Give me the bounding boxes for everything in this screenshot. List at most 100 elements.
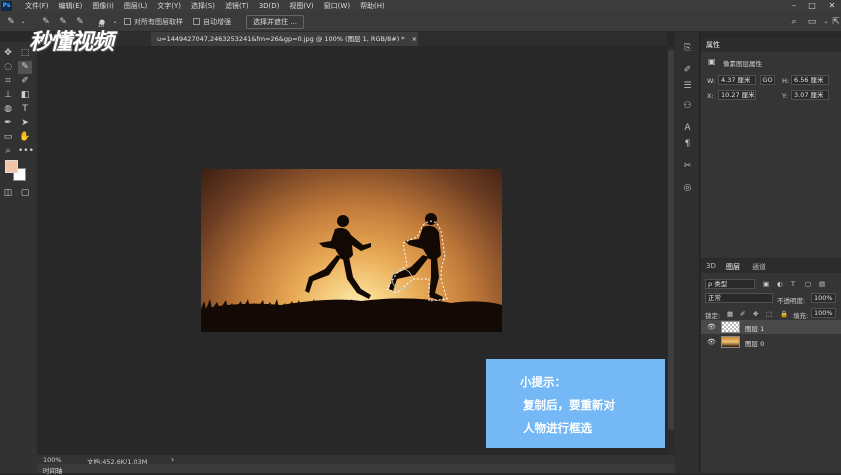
auto-enhance-checkbox[interactable]: 自动增强 — [193, 17, 231, 27]
lock-position-icon[interactable]: ✥ — [753, 310, 758, 318]
stamp-tool-icon[interactable]: ⊥ — [1, 89, 15, 102]
checkbox-box-icon[interactable] — [124, 18, 131, 25]
menu-filter[interactable]: 滤镜(T) — [220, 1, 254, 11]
layer-thumbnail — [721, 336, 740, 348]
hand-tool-icon[interactable]: ✋ — [18, 131, 32, 144]
close-window-icon[interactable]: ✕ — [823, 0, 841, 12]
filter-pixel-icon[interactable]: ▣ — [763, 280, 769, 288]
close-tab-icon[interactable]: × — [412, 35, 417, 43]
layer-filter-select[interactable]: ρ 类型 — [705, 279, 755, 289]
menu-select[interactable]: 选择(S) — [186, 1, 220, 11]
layers-panel: 3D 图层 通道 ρ 类型 ▣ ◐ T ▢ ▤ 正常 不透明度: 100% 锁定… — [701, 259, 841, 473]
layer-row-selected[interactable]: 👁 图层 1 — [701, 320, 841, 334]
history-icon[interactable]: ⎘ — [681, 42, 694, 55]
blend-mode-select[interactable]: 正常 — [705, 293, 773, 303]
lock-all-icon[interactable]: 🔒 — [780, 310, 788, 318]
blur-tool-icon[interactable]: ◍ — [1, 103, 15, 116]
lock-artboard-icon[interactable]: ⬚ — [766, 310, 772, 318]
checkbox-box-icon[interactable] — [193, 18, 200, 25]
link-dimensions-button[interactable]: GO — [760, 75, 775, 85]
menu-file[interactable]: 文件(F) — [20, 1, 54, 11]
menu-help[interactable]: 帮助(H) — [355, 1, 390, 11]
sample-all-layers-checkbox[interactable]: 对所有图层取样 — [124, 17, 183, 27]
properties-tab[interactable]: 属性 — [706, 40, 720, 50]
filter-type-icon[interactable]: T — [791, 280, 795, 288]
quick-mask-icon[interactable]: ◫ — [1, 187, 15, 200]
zoom-level[interactable]: 100% — [43, 456, 62, 464]
options-bar: ✎ ⌄ ✎ ✎ ✎ ● 10 ⌄ 对所有图层取样 自动增强 选择并遮住 ... … — [0, 12, 841, 32]
width-field[interactable]: 4.37 厘米 — [718, 75, 756, 85]
menu-view[interactable]: 视图(V) — [284, 1, 318, 11]
tab-channels[interactable]: 通道 — [752, 262, 766, 272]
chevron-down-icon[interactable]: ⌄ — [17, 16, 29, 28]
move-tool-icon[interactable]: ✥ — [1, 47, 15, 60]
visibility-eye-icon[interactable]: 👁 — [707, 338, 716, 346]
panel-icon-strip: ⎘ ✐ ☰ ⚇ A ¶ ✂ ◎ — [675, 32, 700, 473]
tip-line-1: 复制后，要重新对 — [523, 398, 615, 412]
search-icon[interactable]: ⌕ — [788, 16, 800, 28]
layer-name[interactable]: 图层 1 — [745, 323, 764, 333]
timeline-tab[interactable]: 时间轴 — [43, 465, 63, 475]
foreground-color-swatch[interactable] — [5, 160, 18, 173]
visibility-eye-icon[interactable]: 👁 — [707, 323, 716, 331]
filter-adjustment-icon[interactable]: ◐ — [777, 280, 783, 288]
sunset-runners-photo[interactable] — [201, 169, 502, 332]
zoom-tool-icon[interactable]: ⌕ — [1, 145, 15, 158]
vertical-scrollbar[interactable] — [667, 46, 675, 455]
eraser-tool-icon[interactable]: ◧ — [18, 89, 32, 102]
crop-tool-icon[interactable]: ⌗ — [1, 75, 15, 88]
lasso-tool-icon[interactable]: ◌ — [1, 61, 15, 74]
rectangle-tool-icon[interactable]: ▭ — [1, 131, 15, 144]
lock-transparent-icon[interactable]: ▦ — [727, 310, 733, 318]
brush-settings-icon[interactable]: ✐ — [681, 64, 694, 77]
brush-tool-icon[interactable]: ✐ — [18, 75, 32, 88]
quick-selection-preset-icon[interactable]: ✎ — [5, 16, 17, 28]
tab-3d[interactable]: 3D — [706, 262, 716, 270]
tip-line-2: 人物进行框选 — [523, 421, 592, 435]
share-icon[interactable]: ⇱ — [830, 16, 841, 28]
menu-3d[interactable]: 3D(D) — [254, 2, 285, 10]
y-field[interactable]: 3.07 厘米 — [791, 90, 829, 100]
clone-source-icon[interactable]: ⚇ — [681, 100, 694, 113]
screen-mode-icon[interactable]: ▢ — [18, 187, 32, 200]
libraries-icon[interactable]: ◎ — [681, 182, 694, 195]
x-field[interactable]: 10.27 厘米 — [718, 90, 756, 100]
layer-name[interactable]: 图层 0 — [745, 338, 764, 348]
menu-window[interactable]: 窗口(W) — [319, 1, 355, 11]
more-tools-icon[interactable]: ••• — [18, 145, 34, 158]
filter-shape-icon[interactable]: ▢ — [805, 280, 811, 288]
quick-selection-tool-icon[interactable]: ✎ — [18, 61, 32, 74]
workspace-icon[interactable]: ▭ — [806, 16, 818, 28]
opacity-field[interactable]: 100% — [811, 293, 836, 303]
status-bar: 100% 文档:452.6K/1.03M › — [37, 455, 675, 466]
watermark-logo: 秒懂视频 — [29, 30, 114, 55]
tip-box: 小提示： 复制后，要重新对 人物进行框选 — [486, 359, 665, 448]
paragraph-icon[interactable]: ¶ — [681, 138, 694, 151]
tab-layers[interactable]: 图层 — [726, 262, 740, 272]
document-tab[interactable]: u=1449427047,2463253241&fm=26&gp=0.jpg @… — [151, 32, 418, 46]
type-tool-icon[interactable]: T — [18, 103, 32, 116]
tool-presets-icon[interactable]: ✂ — [681, 160, 694, 173]
character-icon[interactable]: A — [681, 122, 694, 135]
minimize-icon[interactable]: – — [785, 0, 803, 12]
path-selection-tool-icon[interactable]: ➤ — [18, 117, 32, 130]
pixel-layer-properties-label: 像素图层属性 — [723, 60, 762, 68]
photoshop-logo-icon: Ps — [1, 1, 12, 11]
sample-all-layers-label: 对所有图层取样 — [134, 18, 183, 26]
layer-row[interactable]: 👁 图层 0 — [701, 335, 841, 349]
fill-field[interactable]: 100% — [811, 308, 836, 318]
menu-type[interactable]: 文字(Y) — [152, 1, 186, 11]
select-and-mask-button[interactable]: 选择并遮住 ... — [246, 15, 304, 29]
filter-smart-object-icon[interactable]: ▤ — [819, 280, 825, 288]
maximize-icon[interactable]: □ — [803, 0, 821, 12]
status-arrow-icon[interactable]: › — [171, 455, 174, 464]
pen-tool-icon[interactable]: ✒ — [1, 117, 15, 130]
menu-edit[interactable]: 编辑(E) — [54, 1, 88, 11]
runners-silhouette-image — [201, 213, 502, 332]
height-field[interactable]: 6.56 厘米 — [791, 75, 829, 85]
scrollbar-thumb[interactable] — [668, 50, 674, 430]
menu-layer[interactable]: 图层(L) — [119, 1, 152, 11]
adjustments-icon[interactable]: ☰ — [681, 80, 694, 93]
lock-pixels-icon[interactable]: ✐ — [740, 310, 745, 318]
menu-image[interactable]: 图像(I) — [87, 1, 119, 11]
